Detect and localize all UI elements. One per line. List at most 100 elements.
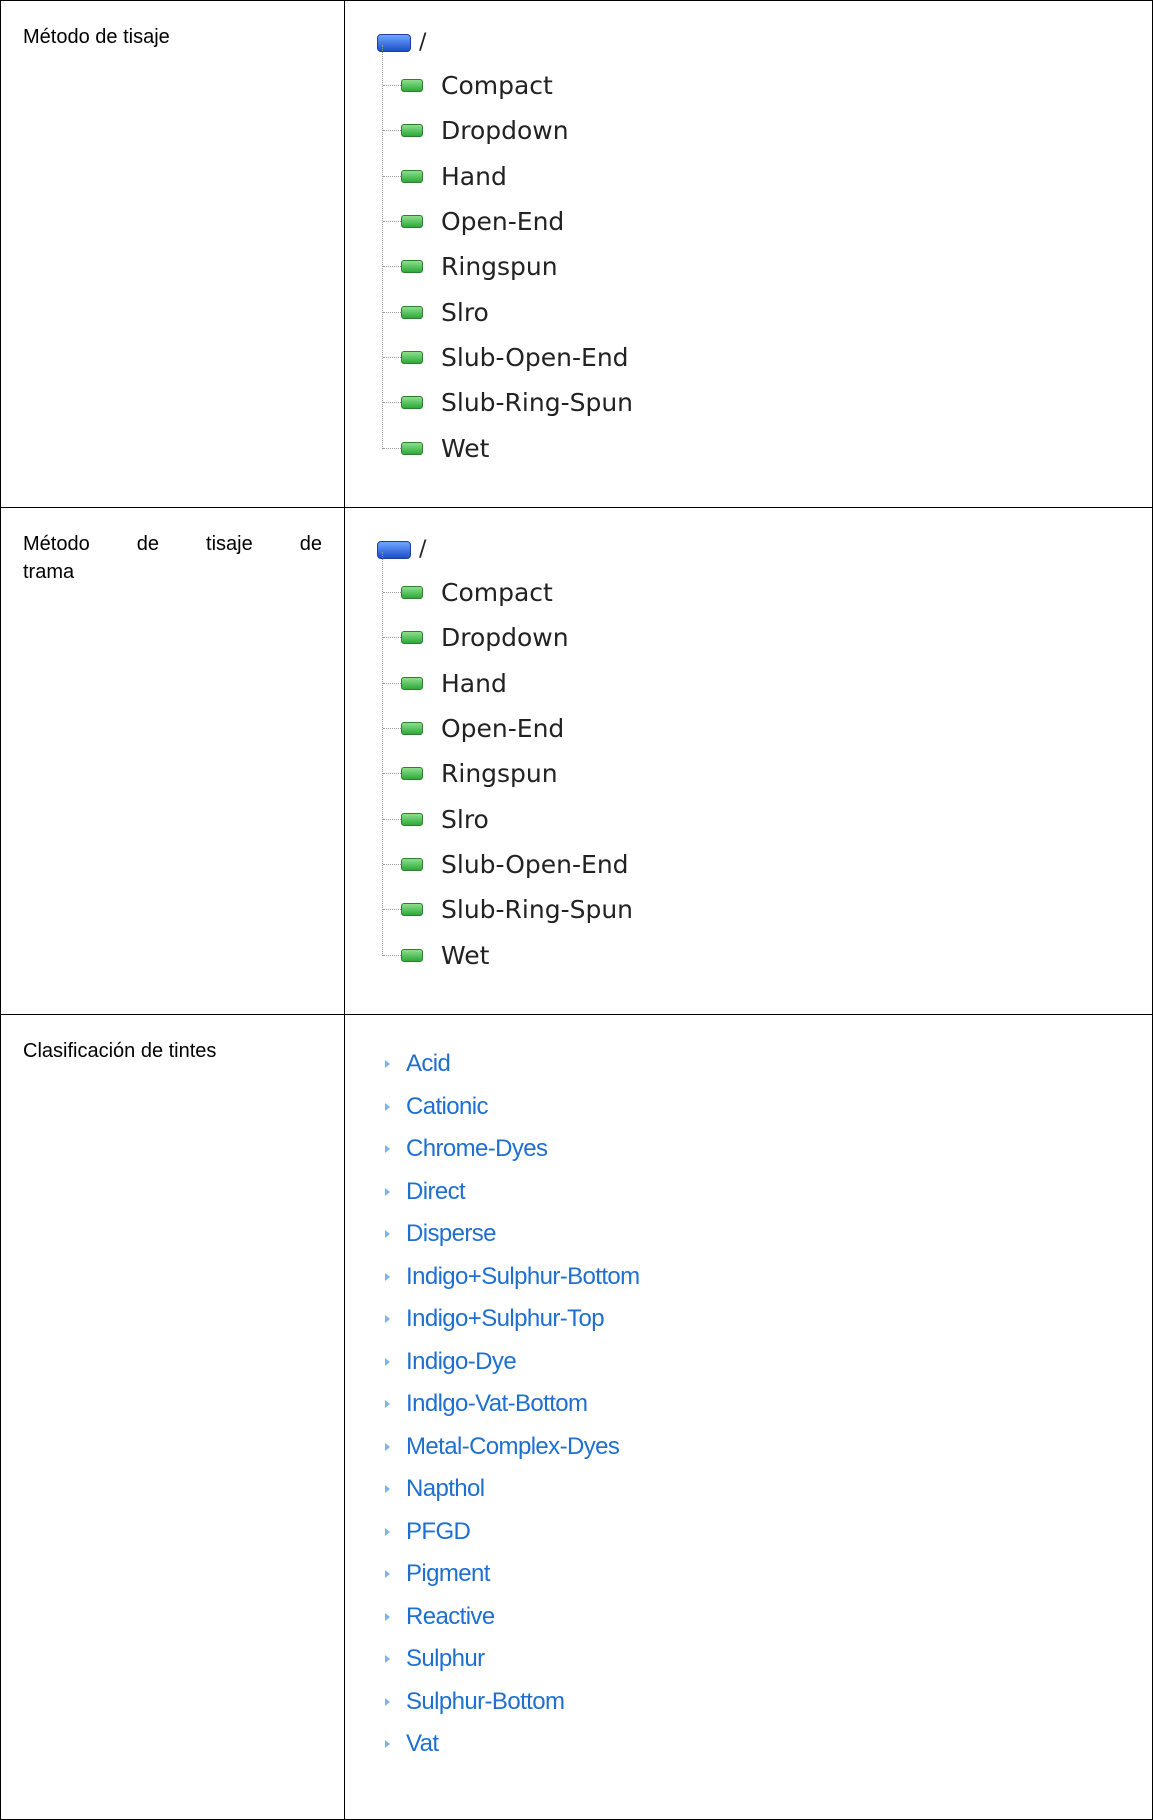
dye-link[interactable]: Indigo+Sulphur-Top <box>406 1305 605 1333</box>
list-item[interactable]: Indigo+Sulphur-Bottom <box>381 1256 1152 1299</box>
tree-item[interactable]: Slro <box>373 796 1152 841</box>
tree-item[interactable]: Compact <box>373 63 1152 108</box>
list-item[interactable]: Direct <box>381 1171 1152 1214</box>
tree-item[interactable]: Wet <box>373 425 1152 470</box>
tree-item-label: Dropdown <box>441 116 569 146</box>
list-item[interactable]: Vat <box>381 1723 1152 1766</box>
tree-item[interactable]: Dropdown <box>373 615 1152 660</box>
arrow-bullet-icon <box>385 1272 390 1281</box>
tree-connector <box>383 773 401 775</box>
tree-item[interactable]: Dropdown <box>373 108 1152 153</box>
tree-item-label: Slub-Open-End <box>441 849 629 879</box>
tree-item[interactable]: Slub-Open-End <box>373 842 1152 887</box>
tree-connector <box>383 356 401 358</box>
tree-root[interactable]: / <box>373 23 1152 63</box>
list-item[interactable]: PFGD <box>381 1511 1152 1554</box>
leaf-node-icon <box>401 812 423 826</box>
arrow-bullet-icon <box>385 1740 390 1749</box>
dye-link[interactable]: Indlgo-Vat-Bottom <box>406 1390 588 1418</box>
tree-connector <box>383 728 401 730</box>
table-row: Clasificación de tintes Acid Cationic Chro… <box>0 1014 1153 1820</box>
list-item[interactable]: Indigo+Sulphur-Top <box>381 1298 1152 1341</box>
tree-item[interactable]: Open-End <box>373 706 1152 751</box>
dye-link[interactable]: Acid <box>406 1050 451 1078</box>
dye-link[interactable]: Reactive <box>406 1603 495 1631</box>
dye-link[interactable]: Napthol <box>406 1475 485 1503</box>
tree-item-label: Open-End <box>441 207 565 237</box>
list-item[interactable]: Disperse <box>381 1213 1152 1256</box>
dye-list: Acid Cationic Chrome-Dyes Direct Disperse Ind… <box>345 1015 1152 1766</box>
leaf-node-icon <box>401 124 423 138</box>
dye-link[interactable]: Sulphur-Bottom <box>406 1688 565 1716</box>
tree-item[interactable]: Compact <box>373 570 1152 615</box>
arrow-bullet-icon <box>385 1570 390 1579</box>
leaf-node-icon <box>401 305 423 319</box>
tree-cell: / Compact Dropdown Hand Open-End Ringspun Slr… <box>344 0 1153 508</box>
dye-link[interactable]: Vat <box>406 1730 439 1758</box>
list-item[interactable]: Indlgo-Vat-Bottom <box>381 1383 1152 1426</box>
tree-connector <box>383 130 401 132</box>
tree-item[interactable]: Slub-Ring-Spun <box>373 887 1152 932</box>
list-item[interactable]: Indigo-Dye <box>381 1341 1152 1384</box>
tree-item-label: Slro <box>441 804 489 834</box>
list-item[interactable]: Chrome-Dyes <box>381 1128 1152 1171</box>
list-item[interactable]: Cationic <box>381 1086 1152 1129</box>
arrow-bullet-icon <box>385 1485 390 1494</box>
tree-connector <box>383 402 401 404</box>
tree-item-label: Dropdown <box>441 623 569 653</box>
tree-item[interactable]: Open-End <box>373 199 1152 244</box>
dye-link[interactable]: Metal-Complex-Dyes <box>406 1433 620 1461</box>
dye-link[interactable]: PFGD <box>406 1518 471 1546</box>
list-item[interactable]: Pigment <box>381 1553 1152 1596</box>
dye-link[interactable]: Indigo+Sulphur-Bottom <box>406 1263 640 1291</box>
tree-cell: / Compact Dropdown Hand Open-End Ringspun Slr… <box>344 507 1153 1015</box>
tree-item-label: Ringspun <box>441 759 558 789</box>
dye-link[interactable]: Indigo-Dye <box>406 1348 517 1376</box>
list-item[interactable]: Sulphur <box>381 1638 1152 1681</box>
tree-item-label: Compact <box>441 578 553 608</box>
arrow-bullet-icon <box>385 1442 390 1451</box>
dye-link[interactable]: Sulphur <box>406 1645 485 1673</box>
list-item[interactable]: Reactive <box>381 1596 1152 1639</box>
tree-item[interactable]: Ringspun <box>373 751 1152 796</box>
row-label: Método de tisaje <box>23 26 170 48</box>
leaf-node-icon <box>401 948 423 962</box>
tree-item[interactable]: Hand <box>373 661 1152 706</box>
row-label-cell: Método de tisaje <box>0 0 345 508</box>
tree-item-label: Slro <box>441 297 489 327</box>
leaf-node-icon <box>401 260 423 274</box>
tree-item[interactable]: Hand <box>373 154 1152 199</box>
list-item[interactable]: Acid <box>381 1043 1152 1086</box>
tree-connector <box>383 682 401 684</box>
dye-link[interactable]: Pigment <box>406 1560 490 1588</box>
dye-link[interactable]: Chrome-Dyes <box>406 1135 548 1163</box>
tree-root-label: / <box>419 30 427 55</box>
dye-link[interactable]: Direct <box>406 1178 466 1206</box>
tree-item-label: Slub-Open-End <box>441 342 629 372</box>
tree-connector <box>383 175 401 177</box>
tree-item[interactable]: Wet <box>373 932 1152 977</box>
tree-connector <box>383 221 401 223</box>
attribute-table: Método de tisaje / Compact Dropdown Hand Op… <box>0 0 1153 1820</box>
dye-link[interactable]: Disperse <box>406 1220 497 1248</box>
list-item[interactable]: Napthol <box>381 1468 1152 1511</box>
leaf-node-icon <box>401 586 423 600</box>
arrow-bullet-icon <box>385 1697 390 1706</box>
tree-item[interactable]: Ringspun <box>373 244 1152 289</box>
tree-connector <box>383 954 401 956</box>
tree-root-label: / <box>419 537 427 562</box>
tree-item-label: Slub-Ring-Spun <box>441 895 634 925</box>
tree-connector <box>383 818 401 820</box>
tree-item-label: Slub-Ring-Spun <box>441 388 634 418</box>
tree-item[interactable]: Slro <box>373 289 1152 334</box>
tree-item[interactable]: Slub-Ring-Spun <box>373 380 1152 425</box>
list-item[interactable]: Metal-Complex-Dyes <box>381 1426 1152 1469</box>
tree-connector <box>383 592 401 594</box>
dye-link[interactable]: Cationic <box>406 1093 489 1121</box>
tree-root[interactable]: / <box>373 530 1152 570</box>
arrow-bullet-icon <box>385 1655 390 1664</box>
arrow-bullet-icon <box>385 1145 390 1154</box>
list-item[interactable]: Sulphur-Bottom <box>381 1681 1152 1724</box>
tree-item[interactable]: Slub-Open-End <box>373 335 1152 380</box>
tree-item-label: Compact <box>441 71 553 101</box>
